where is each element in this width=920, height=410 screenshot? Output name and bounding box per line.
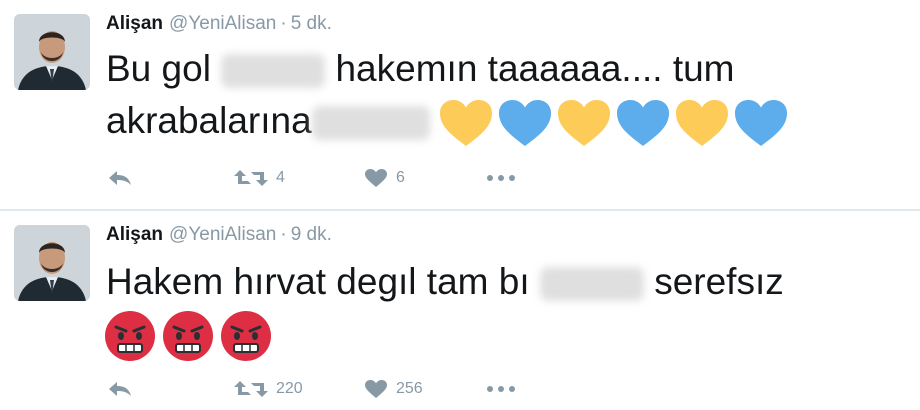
tweet-text-part: serefsız <box>654 261 784 302</box>
retweet-icon <box>234 170 268 186</box>
reply-button[interactable] <box>106 379 134 399</box>
blue-heart-icon <box>616 100 669 147</box>
tweet[interactable]: Alişan @YeniAlisan · 9 dk. Hakem hırvat deg… <box>0 211 920 410</box>
blurred-word <box>539 267 644 302</box>
heart-icon <box>365 169 387 187</box>
more-icon <box>487 386 515 392</box>
like-count: 256 <box>396 380 423 397</box>
like-button[interactable]: 256 <box>364 379 423 399</box>
retweet-count: 220 <box>276 380 303 397</box>
hearts-row <box>438 100 792 147</box>
reply-button[interactable] <box>106 168 134 188</box>
separator-dot: · <box>280 13 287 34</box>
author-name[interactable]: Alişan <box>106 224 163 245</box>
emoji-row <box>104 311 278 362</box>
timestamp[interactable]: 5 dk. <box>291 13 332 34</box>
tweet-text-line: Hakem hırvat degıl tam bı serefsız <box>106 253 784 311</box>
tweet-text-part: hakemın taaaaaa.... tum <box>335 48 735 89</box>
blue-heart-icon <box>498 100 551 147</box>
tweet-header: Alişan @YeniAlisan · 9 dk. <box>106 223 332 247</box>
blue-heart-icon <box>734 100 787 147</box>
retweet-button[interactable]: 220 <box>234 379 303 399</box>
tweet-text-part: Bu gol <box>106 48 211 89</box>
separator-dot: · <box>280 224 287 245</box>
author-name[interactable]: Alişan <box>106 13 163 34</box>
yellow-heart-icon <box>557 100 610 147</box>
yellow-heart-icon <box>439 100 492 147</box>
more-button[interactable] <box>486 379 516 399</box>
retweet-count: 4 <box>276 169 285 186</box>
yellow-heart-icon <box>675 100 728 147</box>
tweet[interactable]: Alişan @YeniAlisan · 5 dk. Bu gol hakemın t… <box>0 0 920 210</box>
tweet-header: Alişan @YeniAlisan · 5 dk. <box>106 12 332 36</box>
tweet-text-line <box>104 305 278 363</box>
tweet-text-line: Bu gol hakemın taaaaaa.... tum <box>106 40 735 98</box>
like-count: 6 <box>396 169 405 186</box>
tweet-text-part: Hakem hırvat degıl tam bı <box>106 261 530 302</box>
avatar[interactable] <box>14 225 90 301</box>
author-handle[interactable]: @YeniAlisan <box>169 224 276 245</box>
angry-face-icon <box>221 311 271 362</box>
heart-icon <box>365 380 387 398</box>
angry-face-icon <box>163 311 213 362</box>
reply-icon <box>109 171 131 185</box>
timestamp[interactable]: 9 dk. <box>291 224 332 245</box>
blurred-word <box>311 106 430 141</box>
retweet-icon <box>234 381 268 397</box>
more-button[interactable] <box>486 168 516 188</box>
avatar[interactable] <box>14 14 90 90</box>
blurred-word <box>221 54 326 89</box>
angry-face-icon <box>105 311 155 362</box>
retweet-button[interactable]: 4 <box>234 168 285 188</box>
tweet-text-line: akrabalarına <box>106 92 792 150</box>
author-handle[interactable]: @YeniAlisan <box>169 13 276 34</box>
reply-icon <box>109 382 131 396</box>
more-icon <box>487 175 515 181</box>
like-button[interactable]: 6 <box>364 168 405 188</box>
tweet-text-part: akrabalarına <box>106 100 312 141</box>
